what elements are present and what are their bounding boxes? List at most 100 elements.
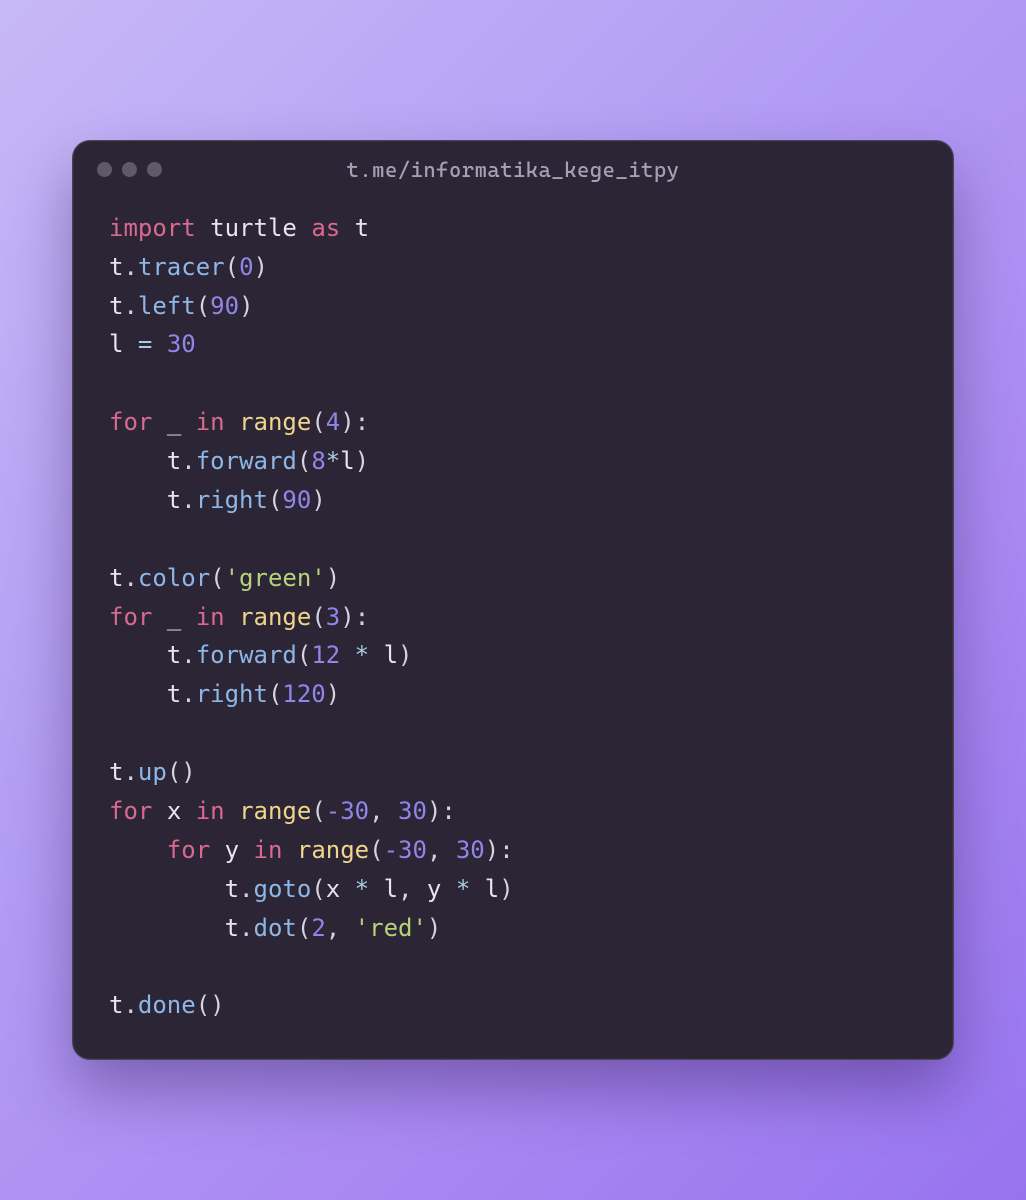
punct-rpar: ): [181, 758, 195, 786]
punct-rpar: ): [239, 292, 253, 320]
punct-rpar: ): [499, 875, 513, 903]
punct-lpar: (: [311, 875, 325, 903]
punct-lpar: (: [297, 914, 311, 942]
punct-rpar: ): [398, 641, 412, 669]
punct-dot: .: [123, 253, 137, 281]
code-block: import turtle as t t.tracer(0) t.left(90…: [73, 199, 953, 1025]
builtin-range: range: [239, 797, 311, 825]
fn-done: done: [138, 991, 196, 1019]
num: 8: [311, 447, 325, 475]
kw-import: import: [109, 214, 196, 242]
var-x: x: [167, 797, 181, 825]
fn-left: left: [138, 292, 196, 320]
op-star: *: [355, 641, 369, 669]
num: 90: [282, 486, 311, 514]
fn-forward: forward: [196, 447, 297, 475]
var-x: x: [326, 875, 340, 903]
op-star: *: [456, 875, 470, 903]
punct-lpar: (: [225, 253, 239, 281]
punct-rpar: ): [355, 447, 369, 475]
punct-rpar: ): [340, 408, 354, 436]
num: 120: [282, 680, 325, 708]
punct-rpar: ): [210, 991, 224, 1019]
obj: t: [109, 991, 123, 1019]
alias-name: t: [355, 214, 369, 242]
obj: t: [109, 292, 123, 320]
window-controls: [97, 162, 162, 177]
punct-dot: .: [239, 914, 253, 942]
kw-in: in: [196, 603, 225, 631]
punct-rpar: ): [311, 486, 325, 514]
num: 4: [326, 408, 340, 436]
var-y: y: [427, 875, 441, 903]
kw-for: for: [109, 797, 152, 825]
window-zoom-icon[interactable]: [147, 162, 162, 177]
window-minimize-icon[interactable]: [122, 162, 137, 177]
kw-for: for: [167, 836, 210, 864]
window-close-icon[interactable]: [97, 162, 112, 177]
punct-dot: .: [239, 875, 253, 903]
str-red: 'red': [355, 914, 427, 942]
punct-comma: ,: [398, 875, 412, 903]
kw-as: as: [311, 214, 340, 242]
punct-rpar: ): [326, 680, 340, 708]
builtin-range: range: [239, 408, 311, 436]
punct-dot: .: [123, 991, 137, 1019]
var-l: l: [340, 447, 354, 475]
num: 30: [398, 797, 427, 825]
obj: t: [167, 486, 181, 514]
fn-right: right: [196, 680, 268, 708]
num: 3: [326, 603, 340, 631]
builtin-range: range: [297, 836, 369, 864]
punct-rpar: ): [254, 253, 268, 281]
punct-rpar: ): [340, 603, 354, 631]
num: 30: [456, 836, 485, 864]
titlebar: t.me/informatika_kege_itpy: [73, 141, 953, 199]
punct-comma: ,: [326, 914, 340, 942]
punct-dot: .: [181, 447, 195, 475]
punct-lpar: (: [196, 991, 210, 1019]
op-star: *: [326, 447, 340, 475]
num: 90: [210, 292, 239, 320]
punct-colon: :: [441, 797, 455, 825]
obj: t: [109, 564, 123, 592]
punct-dot: .: [181, 486, 195, 514]
punct-lpar: (: [210, 564, 224, 592]
punct-lpar: (: [311, 603, 325, 631]
obj: t: [109, 758, 123, 786]
fn-tracer: tracer: [138, 253, 225, 281]
punct-rpar: ): [485, 836, 499, 864]
punct-colon: :: [499, 836, 513, 864]
punct-colon: :: [355, 408, 369, 436]
punct-comma: ,: [369, 797, 383, 825]
obj: t: [225, 875, 239, 903]
op-eq: =: [138, 330, 152, 358]
punct-lpar: (: [297, 641, 311, 669]
punct-dot: .: [123, 758, 137, 786]
fn-forward: forward: [196, 641, 297, 669]
module-name: turtle: [210, 214, 297, 242]
punct-lpar: (: [167, 758, 181, 786]
fn-goto: goto: [254, 875, 312, 903]
punct-lpar: (: [369, 836, 383, 864]
punct-lpar: (: [311, 408, 325, 436]
num: -30: [384, 836, 427, 864]
punct-lpar: (: [297, 447, 311, 475]
num: 0: [239, 253, 253, 281]
num: -30: [326, 797, 369, 825]
num: 30: [167, 330, 196, 358]
kw-for: for: [109, 603, 152, 631]
punct-dot: .: [181, 680, 195, 708]
op-star: *: [355, 875, 369, 903]
obj: t: [167, 680, 181, 708]
kw-in: in: [196, 797, 225, 825]
punct-colon: :: [355, 603, 369, 631]
punct-lpar: (: [311, 797, 325, 825]
punct-rpar: ): [326, 564, 340, 592]
var-l: l: [485, 875, 499, 903]
kw-in: in: [254, 836, 283, 864]
punct-lpar: (: [268, 486, 282, 514]
obj: t: [225, 914, 239, 942]
punct-lpar: (: [196, 292, 210, 320]
obj: t: [109, 253, 123, 281]
